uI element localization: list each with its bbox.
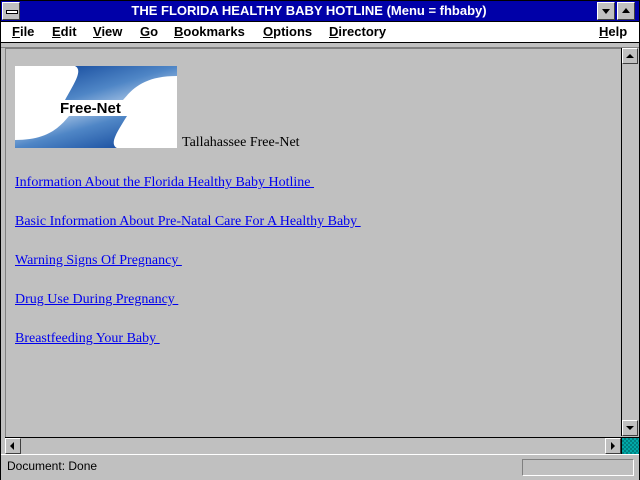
- link-prenatal-care[interactable]: Basic Information About Pre-Natal Care F…: [15, 214, 361, 230]
- scrollbar-corner: [621, 437, 639, 455]
- logo-text: Free-Net: [60, 100, 121, 117]
- menu-bookmarks[interactable]: Bookmarks: [174, 24, 245, 40]
- arrow-up-icon: [626, 54, 634, 58]
- status-text: Document: Done: [7, 459, 98, 473]
- progress-indicator: [522, 459, 634, 476]
- browser-window: THE FLORIDA HEALTHY BABY HOTLINE (Menu =…: [0, 0, 640, 480]
- arrow-right-icon: [611, 442, 615, 450]
- scroll-left-button[interactable]: [5, 438, 21, 454]
- menu-edit[interactable]: Edit: [52, 24, 77, 40]
- page-content: Free-Net Tallahassee Free-Net Informatio…: [5, 48, 621, 438]
- site-name: Tallahassee Free-Net: [182, 135, 300, 150]
- link-breastfeeding[interactable]: Breastfeeding Your Baby: [15, 331, 160, 347]
- minimize-button[interactable]: [597, 2, 615, 20]
- system-menu-button[interactable]: [2, 2, 20, 20]
- menu-view[interactable]: View: [93, 24, 122, 40]
- scroll-down-button[interactable]: [622, 420, 638, 436]
- link-warning-signs[interactable]: Warning Signs Of Pregnancy: [15, 253, 182, 269]
- menu-directory[interactable]: Directory: [329, 24, 386, 40]
- arrow-left-icon: [10, 442, 14, 450]
- free-net-logo: Free-Net: [15, 66, 177, 148]
- title-bar[interactable]: THE FLORIDA HEALTHY BABY HOTLINE (Menu =…: [1, 1, 639, 22]
- maximize-icon: [622, 8, 630, 13]
- menu-file[interactable]: File: [12, 24, 34, 40]
- arrow-down-icon: [626, 426, 634, 430]
- vertical-scrollbar[interactable]: [621, 48, 638, 436]
- link-drug-use[interactable]: Drug Use During Pregnancy: [15, 292, 178, 308]
- system-menu-icon: [6, 10, 18, 14]
- menu-options[interactable]: Options: [263, 24, 312, 40]
- minimize-icon: [602, 9, 610, 14]
- link-hotline-info[interactable]: Information About the Florida Healthy Ba…: [15, 175, 314, 191]
- window-title: THE FLORIDA HEALTHY BABY HOTLINE (Menu =…: [131, 3, 487, 18]
- scroll-right-button[interactable]: [605, 438, 621, 454]
- scroll-up-button[interactable]: [622, 48, 638, 64]
- maximize-button[interactable]: [617, 2, 635, 20]
- menu-go[interactable]: Go: [140, 24, 158, 40]
- horizontal-scrollbar[interactable]: [5, 437, 621, 454]
- menu-help[interactable]: Help: [599, 24, 627, 40]
- status-bar: Document: Done: [1, 454, 639, 480]
- menu-bar: File Edit View Go Bookmarks Options Dire…: [1, 22, 639, 43]
